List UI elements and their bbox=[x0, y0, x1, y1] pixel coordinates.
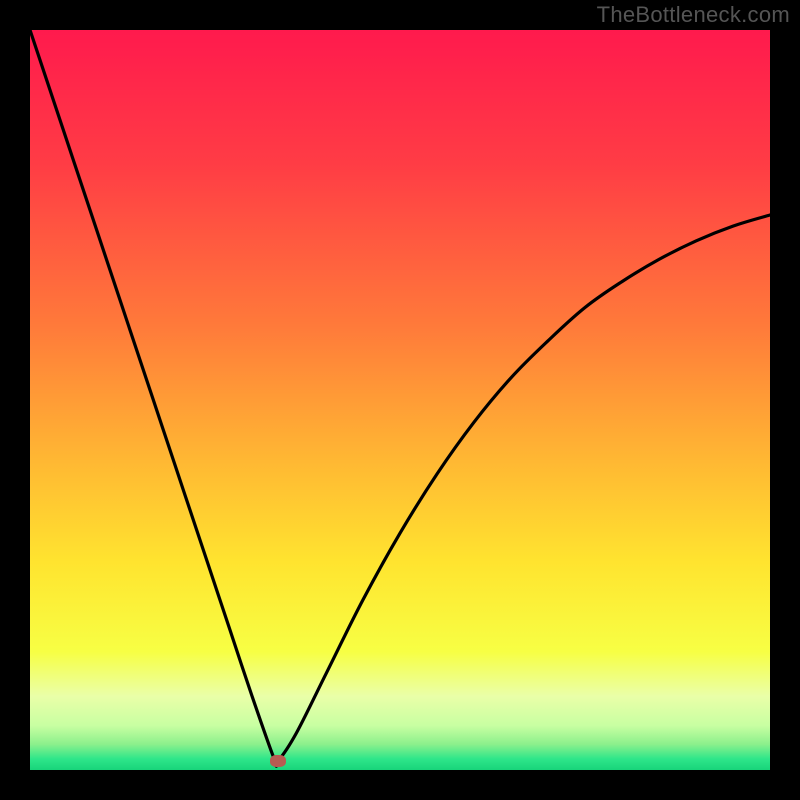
bottleneck-marker bbox=[270, 755, 286, 767]
bottleneck-curve bbox=[30, 30, 770, 770]
plot-area bbox=[30, 30, 770, 770]
watermark-text: TheBottleneck.com bbox=[597, 2, 790, 28]
chart-stage: TheBottleneck.com bbox=[0, 0, 800, 800]
